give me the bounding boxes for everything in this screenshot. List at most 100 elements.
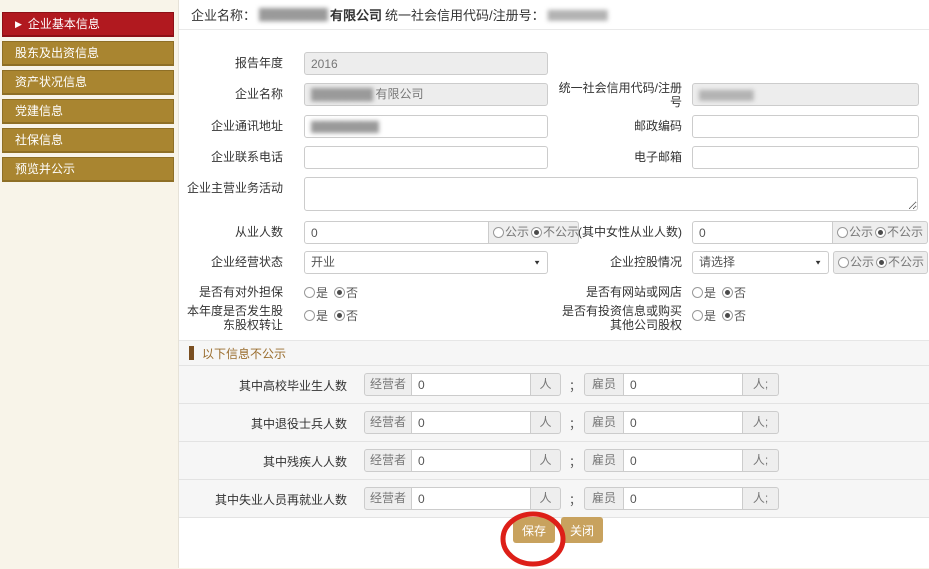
radio-icon[interactable]: [304, 310, 315, 321]
disabled-operator-field[interactable]: [411, 449, 531, 472]
save-button[interactable]: 保存: [513, 517, 555, 543]
publish-radio[interactable]: 公示: [493, 222, 529, 243]
sidebar-item-party-building[interactable]: 党建信息: [2, 99, 174, 124]
yes-radio[interactable]: 是: [692, 307, 716, 324]
share-transfer-radios: 是 否: [304, 304, 364, 327]
no-radio[interactable]: 否: [722, 307, 746, 324]
no-radio[interactable]: 否: [722, 284, 746, 301]
yes-radio[interactable]: 是: [304, 307, 328, 324]
radio-icon[interactable]: [722, 310, 733, 321]
address-field[interactable]: ███████████: [304, 115, 548, 138]
main-business-field[interactable]: [304, 177, 918, 211]
company-name-field-suffix: 有限公司: [376, 87, 424, 101]
sidebar-item-assets[interactable]: 资产状况信息: [2, 70, 174, 95]
chevron-down-icon: ▼: [533, 254, 541, 271]
radio-icon[interactable]: [838, 257, 849, 268]
investment-label: 是否有投资信息或购买其他公司股权: [552, 304, 682, 332]
employees-field[interactable]: [304, 221, 489, 244]
not-publish-radio[interactable]: 不公示: [876, 252, 924, 273]
no-radio[interactable]: 否: [334, 284, 358, 301]
reemployed-operator-field[interactable]: [411, 487, 531, 510]
yes-radio[interactable]: 是: [304, 284, 328, 301]
operator-prefix: 经营者: [364, 449, 412, 472]
radio-icon[interactable]: [692, 287, 703, 298]
main-business-label: 企业主营业务活动: [179, 181, 283, 195]
female-employees-field[interactable]: [692, 221, 833, 244]
publish-radio[interactable]: 公示: [838, 252, 874, 273]
credit-code-field[interactable]: ██████████: [692, 83, 919, 106]
radio-icon[interactable]: [531, 227, 542, 238]
sidebar-item-label: 资产状况信息: [15, 75, 87, 89]
website-radios: 是 否: [692, 281, 752, 304]
unit-suffix: 人: [531, 487, 561, 510]
reemployed-employee-field[interactable]: [623, 487, 743, 510]
yes-label: 是: [316, 284, 328, 301]
sidebar-item-label: 预览并公示: [15, 162, 75, 176]
chevron-down-icon: ▼: [814, 254, 822, 271]
not-publish-radio-label: 不公示: [888, 252, 924, 273]
table-row: 其中残疾人人数 经营者 人 ； 雇员 人;: [179, 442, 929, 480]
postcode-field[interactable]: [692, 115, 919, 138]
sidebar-item-label: 社保信息: [15, 133, 63, 147]
sidebar-item-shareholders[interactable]: 股东及出资信息: [2, 41, 174, 66]
graduates-operator-field[interactable]: [411, 373, 531, 396]
section-marker-bar: [189, 346, 194, 360]
sidebar-item-preview-publish[interactable]: 预览并公示: [2, 157, 174, 182]
not-public-section-title: 以下信息不公示: [202, 345, 286, 362]
graduates-employee-field[interactable]: [623, 373, 743, 396]
operating-status-label: 企业经营状态: [179, 251, 283, 274]
phone-field[interactable]: [304, 146, 548, 169]
sidebar-item-basic-info[interactable]: ▶企业基本信息: [2, 12, 174, 37]
radio-icon[interactable]: [876, 257, 887, 268]
radio-icon[interactable]: [334, 310, 345, 321]
operator-prefix: 经营者: [364, 487, 412, 510]
yes-label: 是: [704, 284, 716, 301]
company-name-field[interactable]: █████████ 有限公司: [304, 83, 548, 106]
close-button[interactable]: 关闭: [561, 517, 603, 543]
guarantee-label: 是否有对外担保: [179, 281, 283, 304]
radio-icon[interactable]: [875, 227, 886, 238]
radio-icon[interactable]: [334, 287, 345, 298]
holding-publish-toggle: 公示 不公示: [833, 251, 928, 274]
operator-prefix: 经营者: [364, 373, 412, 396]
publish-radio-label: 公示: [849, 222, 873, 243]
publish-radio-label: 公示: [850, 252, 874, 273]
publish-radio-label: 公示: [505, 222, 529, 243]
unit-suffix: 人: [531, 449, 561, 472]
unit-suffix: 人;: [743, 487, 779, 510]
female-employees-label: (其中女性从业人数): [552, 221, 682, 244]
veterans-employee-field[interactable]: [623, 411, 743, 434]
radio-icon[interactable]: [837, 227, 848, 238]
radio-icon[interactable]: [692, 310, 703, 321]
radio-icon[interactable]: [722, 287, 733, 298]
disabled-employee-field[interactable]: [623, 449, 743, 472]
page-header: 企业名称： ██████████ 有限公司 统一社会信用代码/注册号： ████…: [179, 0, 929, 30]
website-label: 是否有网站或网店: [552, 281, 682, 304]
active-arrow-icon: ▶: [15, 19, 22, 29]
not-publish-radio[interactable]: 不公示: [875, 222, 923, 243]
veterans-label: 其中退役士兵人数: [179, 415, 347, 432]
unit-suffix: 人;: [743, 449, 779, 472]
radio-icon[interactable]: [493, 227, 504, 238]
email-field[interactable]: [692, 146, 919, 169]
veterans-operator-field[interactable]: [411, 411, 531, 434]
holding-select[interactable]: 请选择 ▼: [692, 251, 829, 274]
no-radio[interactable]: 否: [334, 307, 358, 324]
radio-icon[interactable]: [304, 287, 315, 298]
email-label: 电子邮箱: [552, 146, 682, 169]
yes-radio[interactable]: 是: [692, 284, 716, 301]
credit-code-redacted: ███████████: [548, 10, 607, 20]
employees-label: 从业人数: [179, 221, 283, 244]
operating-status-value: 开业: [311, 252, 335, 273]
separator-text: ；: [569, 415, 581, 432]
not-public-section-header: 以下信息不公示: [179, 341, 929, 366]
publish-radio[interactable]: 公示: [837, 222, 873, 243]
sidebar-item-social-security[interactable]: 社保信息: [2, 128, 174, 153]
unit-suffix: 人;: [743, 411, 779, 434]
report-year-field[interactable]: [304, 52, 548, 75]
operating-status-select[interactable]: 开业 ▼: [304, 251, 548, 274]
guarantee-radios: 是 否: [304, 281, 364, 304]
disabled-label: 其中残疾人人数: [179, 453, 347, 470]
separator-text: ；: [569, 453, 581, 470]
separator-text: ；: [569, 377, 581, 394]
